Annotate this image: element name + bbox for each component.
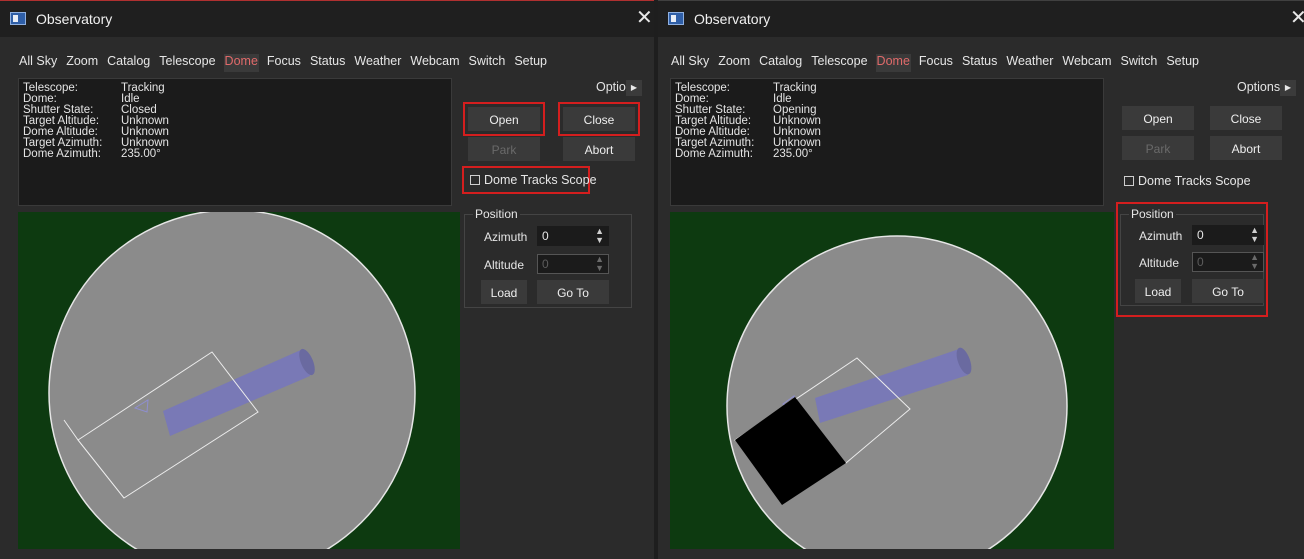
spin-down-icon[interactable]: ▼ [595,264,604,273]
tab-weather[interactable]: Weather [353,54,402,72]
altitude-spinbox[interactable]: 0 ▲ ▼ [1192,252,1264,272]
observatory-window-right: Observatory ✕ All Sky Zoom Catalog Teles… [658,0,1304,559]
dome-scene [48,209,416,559]
azimuth-spinbox[interactable]: 0 ▲ ▼ [1192,225,1264,245]
tab-switch[interactable]: Switch [1119,54,1158,72]
tab-weather[interactable]: Weather [1005,54,1054,72]
position-group-label: Position [473,207,520,221]
tab-zoom[interactable]: Zoom [717,54,751,72]
tab-webcam[interactable]: Webcam [409,54,460,72]
spin-down-icon[interactable]: ▼ [595,236,604,245]
spin-down-icon[interactable]: ▼ [1250,235,1259,244]
park-button[interactable]: Park [1122,136,1194,160]
tab-all-sky[interactable]: All Sky [670,54,710,72]
dome-scene [726,235,1068,559]
close-button[interactable]: Close [558,102,640,136]
tab-setup[interactable]: Setup [513,54,548,72]
altitude-label: Altitude [484,258,525,272]
tab-focus[interactable]: Focus [266,54,302,72]
park-button[interactable]: Park [468,137,540,161]
window-title: Observatory [694,11,771,27]
dome-tracks-scope-checkbox[interactable]: Dome Tracks Scope [1124,174,1251,188]
tab-telescope[interactable]: Telescope [810,54,868,72]
app-icon [668,12,684,25]
load-button[interactable]: Load [1135,279,1181,303]
options-arrow-icon[interactable]: ▶ [626,80,642,96]
close-icon[interactable]: ✕ [1290,6,1304,30]
status-row-dome-azimuth: Dome Azimuth: 235.00° [23,148,161,160]
window-title: Observatory [36,11,113,27]
tab-status[interactable]: Status [309,54,346,72]
status-panel: Telescope: Tracking Dome: Idle Shutter Sta… [670,78,1104,206]
azimuth-label: Azimuth [1139,229,1183,243]
dome-tracks-scope-checkbox[interactable]: Dome Tracks Scope [470,173,597,187]
tab-all-sky[interactable]: All Sky [18,54,58,72]
checkbox-icon [1124,176,1134,186]
status-panel: Telescope: Tracking Dome: Idle Shutter Sta… [18,78,452,206]
abort-button[interactable]: Abort [563,137,635,161]
azimuth-spinbox[interactable]: 0 ▲ ▼ [537,226,609,246]
tab-bar: All Sky Zoom Catalog Telescope Dome Focu… [670,54,1207,72]
tab-zoom[interactable]: Zoom [65,54,99,72]
position-group-label: Position [1129,207,1176,221]
spin-down-icon[interactable]: ▼ [1250,262,1259,271]
status-row-dome-azimuth: Dome Azimuth: 235.00° [675,148,813,160]
tab-dome[interactable]: Dome [875,54,911,72]
open-button[interactable]: Open [463,102,545,136]
abort-button[interactable]: Abort [1210,136,1282,160]
tab-status[interactable]: Status [961,54,998,72]
azimuth-label: Azimuth [484,230,528,244]
tab-dome[interactable]: Dome [223,54,259,72]
tab-telescope[interactable]: Telescope [158,54,216,72]
goto-button[interactable]: Go To [1192,279,1264,303]
open-button[interactable]: Open [1122,106,1194,130]
dome-viewport[interactable] [18,209,460,559]
tab-switch[interactable]: Switch [467,54,506,72]
title-bar: Observatory ✕ [658,0,1304,37]
tab-webcam[interactable]: Webcam [1061,54,1112,72]
observatory-window-left: Observatory ✕ All Sky Zoom Catalog Teles… [0,0,654,559]
dome-viewport[interactable] [670,212,1114,559]
tab-catalog[interactable]: Catalog [758,54,803,72]
options-label: Options [1237,80,1281,94]
tab-bar: All Sky Zoom Catalog Telescope Dome Focu… [18,54,555,72]
close-button[interactable]: Close [1210,106,1282,130]
altitude-label: Altitude [1139,256,1180,270]
app-icon [10,12,26,25]
title-bar: Observatory ✕ [0,0,654,37]
tab-setup[interactable]: Setup [1165,54,1200,72]
checkbox-icon [470,175,480,185]
options-arrow-icon[interactable]: ▶ [1280,80,1296,96]
altitude-spinbox[interactable]: 0 ▲ ▼ [537,254,609,274]
load-button[interactable]: Load [481,280,527,304]
tab-focus[interactable]: Focus [918,54,954,72]
close-icon[interactable]: ✕ [636,6,653,30]
goto-button[interactable]: Go To [537,280,609,304]
tab-catalog[interactable]: Catalog [106,54,151,72]
